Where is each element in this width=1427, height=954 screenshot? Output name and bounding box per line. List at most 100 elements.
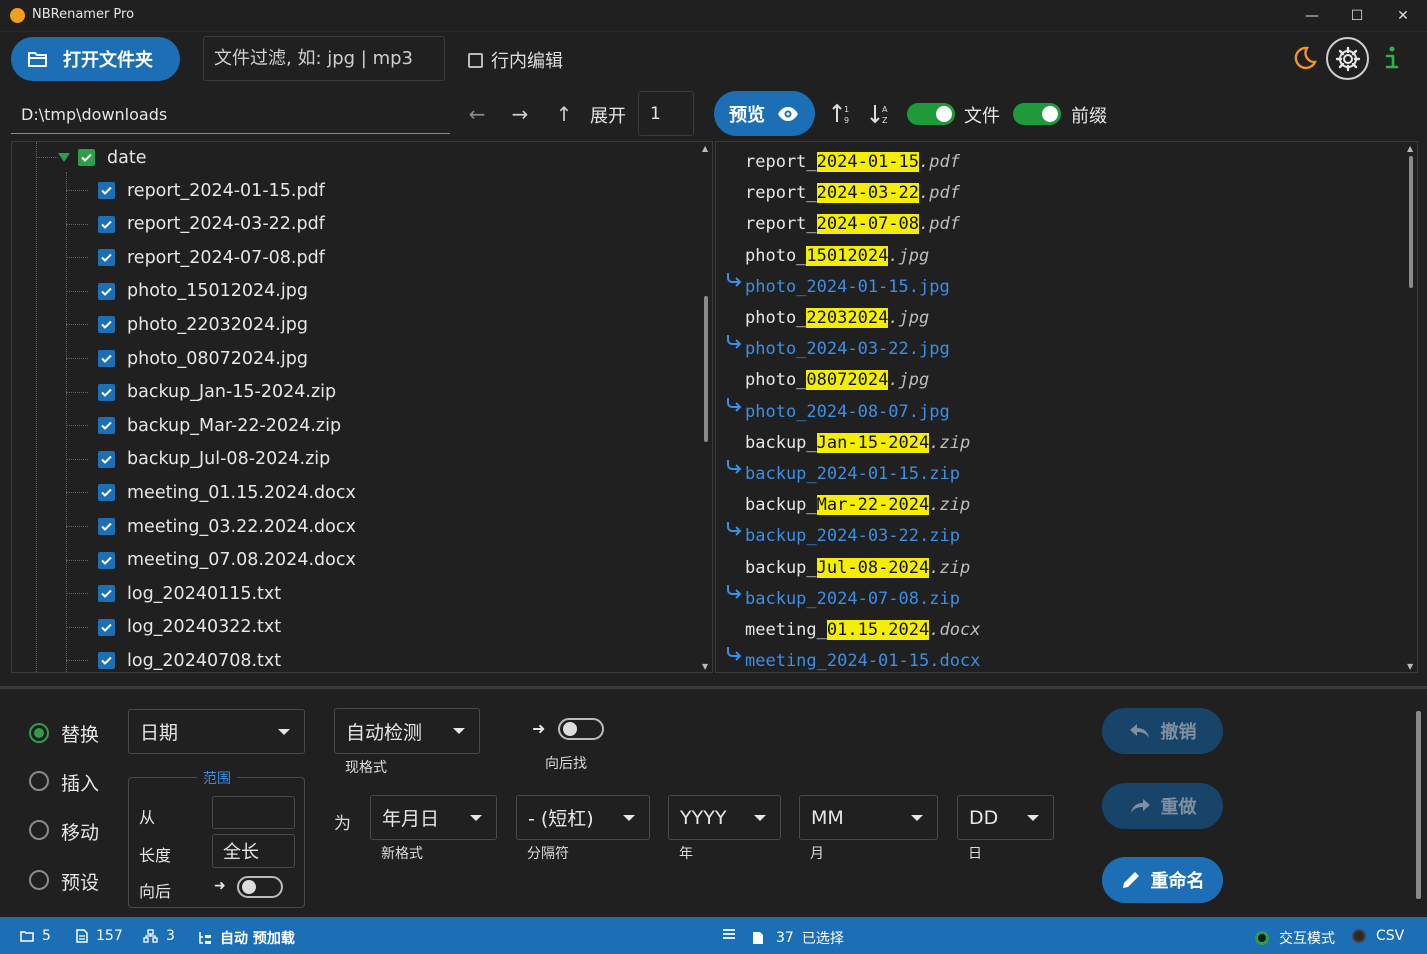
search-backward-toggle[interactable] — [558, 718, 604, 740]
left-scrollbar[interactable] — [704, 296, 708, 442]
preview-original-name: backup_Jan-15-2024.zip — [745, 429, 970, 457]
prefix-toggle[interactable] — [1013, 103, 1061, 125]
tree-file-item[interactable]: backup_Jul-08-2024.zip — [98, 443, 330, 476]
tree-file-item[interactable]: report_2024-03-22.pdf — [98, 208, 325, 241]
settings-button[interactable] — [1326, 37, 1369, 80]
menu-icon[interactable] — [722, 928, 744, 940]
tree-file-item[interactable]: log_20240322.txt — [98, 611, 281, 644]
tree-file-item[interactable]: meeting_01.15.2024.docx — [98, 476, 356, 509]
file-tree-panel[interactable]: date report_2024-01-15.pdf report_2024-03… — [11, 141, 713, 673]
auto-preload[interactable]: 自动 预加载 — [198, 928, 295, 948]
tree-file-item[interactable]: photo_08072024.jpg — [98, 342, 308, 375]
tree-folder-date[interactable]: date — [58, 142, 146, 174]
preview-original-name: backup_Jul-08-2024.zip — [745, 554, 970, 582]
year-format-select[interactable]: YYYY — [668, 795, 781, 840]
tree-file-item[interactable]: backup_Mar-22-2024.zip — [98, 409, 341, 442]
scroll-up-arrow[interactable]: ▲ — [702, 144, 708, 153]
tree-file-item[interactable]: photo_22032024.jpg — [98, 308, 308, 341]
rename-result-arrow-icon — [727, 335, 742, 349]
scroll-up-arrow[interactable]: ▲ — [1407, 144, 1413, 153]
preview-original-name: photo_08072024.jpg — [745, 366, 929, 394]
new-format-select[interactable]: 年月日 — [370, 795, 497, 840]
forward-arrow-icon[interactable]: → — [507, 100, 533, 128]
right-scrollbar[interactable] — [1409, 156, 1413, 288]
replace-type-select[interactable]: 日期 — [128, 709, 305, 754]
dark-mode-moon-icon[interactable] — [1291, 45, 1317, 71]
checkbox-checked[interactable] — [98, 417, 115, 435]
checkbox-checked[interactable] — [98, 350, 115, 367]
minimize-button[interactable]: — — [1289, 0, 1335, 32]
matched-date-highlight: 22032024 — [806, 308, 889, 328]
checkbox-checked[interactable] — [78, 149, 95, 166]
tree-file-item[interactable]: log_20240708.txt — [98, 644, 281, 672]
back-arrow-icon[interactable]: ← — [464, 100, 490, 128]
scroll-down-arrow[interactable]: ▼ — [702, 662, 708, 671]
csv-label: CSV — [1376, 928, 1405, 944]
prefix-toggle-label: 前缀 — [1071, 106, 1107, 127]
checkbox-checked[interactable] — [98, 450, 115, 468]
sort-descending-icon[interactable]: AZ — [870, 103, 892, 125]
checkbox-checked[interactable] — [98, 618, 115, 636]
checkbox-checked[interactable] — [98, 182, 115, 199]
name-prefix: photo_ — [745, 308, 807, 328]
rename-button[interactable]: 重命名 — [1102, 857, 1223, 903]
sort-ascending-icon[interactable]: 19 — [832, 103, 854, 125]
panel-divider[interactable] — [0, 686, 1427, 689]
preview-original-name: photo_15012024.jpg — [745, 242, 929, 270]
pencil-icon — [1122, 872, 1139, 888]
length-input[interactable]: 全长 — [212, 834, 295, 868]
checkbox-checked[interactable] — [98, 551, 115, 569]
file-filter-input[interactable] — [203, 36, 445, 81]
expand-depth-input[interactable]: 1 — [638, 91, 694, 136]
checkbox-checked[interactable] — [98, 484, 115, 502]
checkbox-checked[interactable] — [98, 316, 115, 334]
undo-button[interactable]: 撤销 — [1102, 708, 1223, 754]
tree-tick — [66, 290, 88, 292]
csv-toggle[interactable]: CSV — [1352, 928, 1404, 944]
maximize-button[interactable]: ☐ — [1334, 0, 1380, 32]
checkbox-checked[interactable] — [98, 249, 115, 267]
open-folder-button[interactable]: 打开文件夹 — [11, 37, 180, 81]
file-count-value: 157 — [96, 928, 123, 944]
scroll-down-arrow[interactable]: ▼ — [1407, 662, 1413, 671]
checkbox-checked[interactable] — [98, 652, 115, 670]
separator-select[interactable]: - (短杠) — [516, 795, 650, 840]
tree-file-item[interactable]: backup_Jan-15-2024.zip — [98, 376, 336, 409]
checkbox-checked[interactable] — [98, 585, 115, 603]
checkbox-checked[interactable] — [98, 518, 115, 535]
up-arrow-icon[interactable]: ↑ — [551, 100, 577, 128]
tree-file-item[interactable]: report_2024-01-15.pdf — [98, 174, 325, 207]
checkbox-checked[interactable] — [98, 215, 115, 233]
close-button[interactable]: ✕ — [1380, 0, 1426, 32]
tree-file-item[interactable]: log_20240115.txt — [98, 577, 281, 610]
checkbox-checked[interactable] — [98, 383, 115, 401]
folder-count: 5 — [20, 928, 51, 944]
mode-replace-radio[interactable] — [29, 723, 49, 743]
current-format-select[interactable]: 自动检测 — [334, 708, 480, 754]
mode-move-radio[interactable] — [29, 820, 49, 840]
tree-view-icon — [199, 932, 211, 944]
mode-preset-radio[interactable] — [29, 870, 49, 890]
mode-move-label: 移动 — [61, 822, 100, 844]
tree-tick — [66, 257, 88, 259]
tree-file-item[interactable]: report_2024-07-08.pdf — [98, 241, 325, 274]
interactive-mode[interactable]: 交互模式 — [1255, 928, 1335, 948]
info-icon[interactable] — [1381, 45, 1401, 71]
inline-edit-checkbox[interactable]: 行内编辑 — [468, 47, 563, 73]
tree-file-item[interactable]: meeting_03.22.2024.docx — [98, 510, 356, 543]
tree-file-item[interactable]: photo_15012024.jpg — [98, 275, 308, 308]
tree-tick — [66, 358, 88, 359]
day-format-select[interactable]: DD — [957, 795, 1054, 840]
path-input[interactable]: D:\tmp\downloads — [11, 96, 450, 134]
checkbox-checked[interactable] — [98, 282, 115, 300]
files-toggle[interactable] — [907, 103, 955, 125]
month-format-select[interactable]: MM — [799, 795, 938, 840]
from-input[interactable] — [212, 796, 295, 829]
options-scrollbar[interactable] — [1416, 711, 1421, 899]
range-backward-toggle[interactable] — [237, 876, 283, 898]
preview-button[interactable]: 预览 — [714, 91, 815, 136]
tree-tick — [66, 458, 88, 460]
mode-insert-radio[interactable] — [29, 771, 49, 791]
redo-button[interactable]: 重做 — [1102, 783, 1223, 829]
tree-file-item[interactable]: meeting_07.08.2024.docx — [98, 544, 356, 577]
